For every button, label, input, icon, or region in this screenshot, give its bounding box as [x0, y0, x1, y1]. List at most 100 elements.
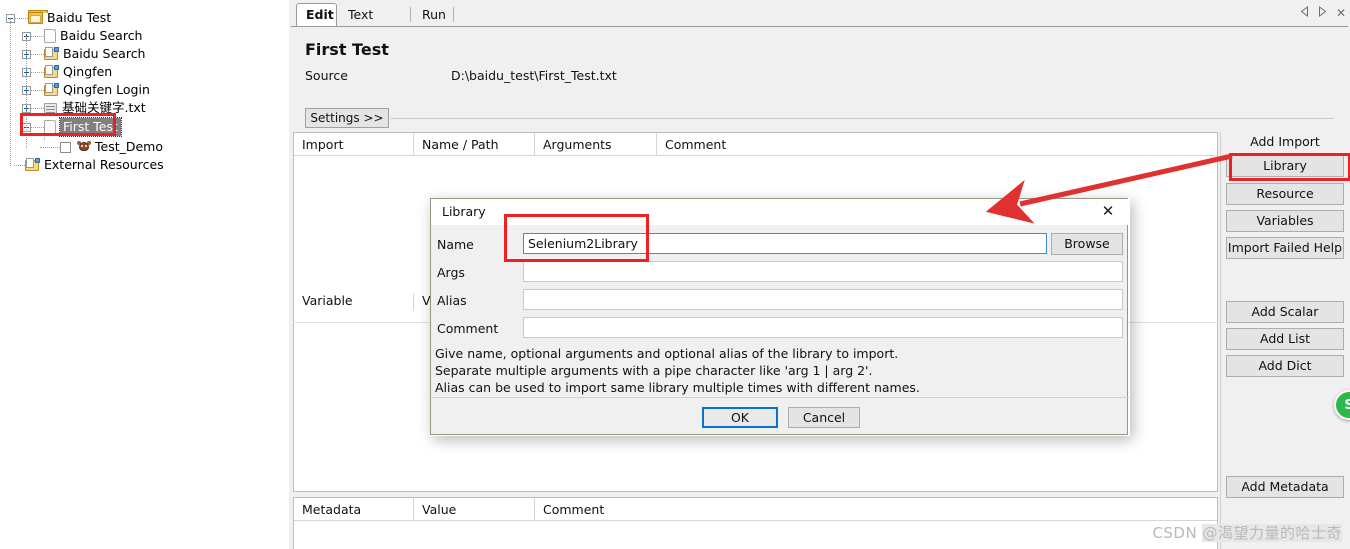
- browse-button[interactable]: Browse: [1051, 233, 1123, 255]
- settings-toggle-button[interactable]: Settings >>: [305, 108, 389, 128]
- close-icon[interactable]: ✕: [1336, 6, 1346, 20]
- tree-item-qingfen-login[interactable]: Qingfen Login: [22, 81, 150, 99]
- ok-button[interactable]: OK: [702, 407, 778, 428]
- robot-icon: [77, 140, 91, 154]
- tree-item-label: Qingfen Login: [63, 82, 150, 97]
- add-import-header: Add Import: [1250, 134, 1320, 149]
- project-tree-panel[interactable]: Baidu Test Baidu Search Baidu Search Qin…: [0, 0, 289, 549]
- resource-icon: [44, 46, 59, 61]
- import-failed-help-button[interactable]: Import Failed Help: [1226, 237, 1344, 259]
- tree-item-label: Baidu Search: [60, 28, 143, 43]
- tab-divider: [453, 7, 454, 22]
- tree-item-baidu-test[interactable]: Baidu Test: [6, 9, 111, 27]
- settings-divider: [391, 118, 1334, 119]
- tab-text-edit[interactable]: Text Edit: [339, 5, 409, 42]
- name-input[interactable]: Selenium2Library: [523, 233, 1047, 254]
- comment-input[interactable]: [523, 317, 1123, 338]
- add-import-variables-button[interactable]: Variables: [1226, 210, 1344, 232]
- tree-guide-line: [31, 53, 44, 55]
- tree-item-qingfen[interactable]: Qingfen: [22, 63, 112, 81]
- tree-item-label: Qingfen: [63, 64, 113, 79]
- watermark: CSDN @渴望力量的哈士奇: [1152, 522, 1342, 543]
- tree-item-label: 基础关键字.txt: [62, 100, 146, 115]
- alias-field-label: Alias: [437, 293, 467, 308]
- test-case-checkbox[interactable]: [60, 141, 71, 153]
- close-icon[interactable]: ✕: [1095, 202, 1121, 222]
- chevron-right-icon[interactable]: [1318, 6, 1327, 20]
- tab-run[interactable]: Run: [413, 5, 451, 26]
- tree-guide-line: [31, 71, 44, 73]
- column-header-comment[interactable]: Comment: [534, 498, 1217, 521]
- metadata-table[interactable]: Metadata Value Comment: [293, 497, 1218, 549]
- column-header-metadata[interactable]: Metadata: [294, 498, 413, 521]
- add-dict-button[interactable]: Add Dict: [1226, 355, 1344, 377]
- name-field-label: Name: [437, 237, 474, 252]
- tree-guide-line: [31, 126, 44, 128]
- column-header-import[interactable]: Import: [294, 133, 413, 156]
- tree-item-first-test[interactable]: First Test: [22, 117, 122, 137]
- document-icon: [44, 120, 56, 134]
- tab-nav-controls[interactable]: ✕: [1300, 6, 1346, 20]
- tree-guide-line: [31, 89, 44, 91]
- tree-item-label: Baidu Test: [47, 10, 112, 25]
- watermark-prefix: CSDN: [1152, 524, 1203, 542]
- variable-section-value-label: V: [413, 293, 431, 311]
- dialog-help-text: Give name, optional arguments and option…: [435, 345, 1125, 396]
- tree-guide-line: [10, 18, 11, 166]
- cancel-button[interactable]: Cancel: [788, 407, 860, 428]
- tree-item-baidu-search-doc[interactable]: Baidu Search: [22, 27, 142, 45]
- text-file-icon: [44, 102, 58, 115]
- side-action-panel: Add Import Library Resource Variables Im…: [1220, 132, 1348, 549]
- tree-guide-line: [14, 164, 25, 166]
- resource-icon: [44, 82, 59, 97]
- column-header-arguments[interactable]: Arguments: [534, 133, 656, 156]
- tree-guide-line: [40, 146, 60, 148]
- column-header-name-path[interactable]: Name / Path: [413, 133, 534, 156]
- add-list-button[interactable]: Add List: [1226, 328, 1344, 350]
- watermark-handle: @渴望力量的哈士奇: [1202, 524, 1342, 542]
- add-metadata-button[interactable]: Add Metadata: [1226, 476, 1344, 498]
- tree-item-external-resources[interactable]: External Resources: [14, 156, 164, 174]
- imports-table-header: Import Name / Path Arguments Comment: [294, 133, 1217, 156]
- dialog-footer-divider: [431, 397, 1129, 398]
- column-header-comment[interactable]: Comment: [656, 133, 1217, 156]
- metadata-table-header: Metadata Value Comment: [294, 498, 1217, 521]
- tree-item-baidu-search-resource[interactable]: Baidu Search: [22, 45, 145, 63]
- folder-icon: [28, 10, 48, 24]
- dialog-title: Library: [442, 204, 486, 219]
- alias-input[interactable]: [523, 289, 1123, 310]
- tree-item-label: External Resources: [44, 157, 164, 172]
- comment-field-label: Comment: [437, 321, 499, 336]
- chevron-left-icon[interactable]: [1300, 6, 1309, 20]
- tree-guide-line: [15, 17, 28, 19]
- library-dialog[interactable]: Library ✕ Name Selenium2Library Browse A…: [430, 198, 1129, 435]
- add-import-library-button[interactable]: Library: [1226, 155, 1344, 177]
- help-line: Alias can be used to import same library…: [435, 380, 920, 395]
- add-import-resource-button[interactable]: Resource: [1226, 183, 1344, 205]
- tab-strip: Edit Text Edit Run ✕: [289, 0, 1350, 42]
- tree-guide-line: [31, 107, 44, 109]
- tab-edit[interactable]: Edit: [296, 3, 337, 26]
- tree-guide-line: [31, 35, 44, 37]
- args-field-label: Args: [437, 265, 465, 280]
- document-icon: [44, 29, 56, 43]
- help-line: Separate multiple arguments with a pipe …: [435, 363, 873, 378]
- add-scalar-button[interactable]: Add Scalar: [1226, 301, 1344, 323]
- dialog-titlebar: Library ✕: [431, 199, 1129, 225]
- args-input[interactable]: [523, 261, 1123, 282]
- app-window: Baidu Test Baidu Search Baidu Search Qin…: [0, 0, 1350, 549]
- source-label: Source: [305, 68, 348, 83]
- column-header-value[interactable]: Value: [413, 498, 534, 521]
- resource-icon: [25, 157, 40, 172]
- tree-item-label: Test_Demo: [95, 139, 164, 154]
- tree-item-label: First Test: [59, 117, 122, 137]
- tree-item-keywords-txt[interactable]: 基础关键字.txt: [22, 99, 146, 117]
- tree-guide-line: [26, 36, 27, 148]
- tree-guide-line: [44, 128, 45, 140]
- variable-section-label: Variable: [302, 293, 353, 308]
- tree-item-label: Baidu Search: [63, 46, 146, 61]
- page-title: First Test: [305, 40, 389, 59]
- resource-icon: [44, 64, 59, 79]
- tree-item-test-demo[interactable]: Test_Demo: [40, 138, 163, 156]
- help-line: Give name, optional arguments and option…: [435, 346, 899, 361]
